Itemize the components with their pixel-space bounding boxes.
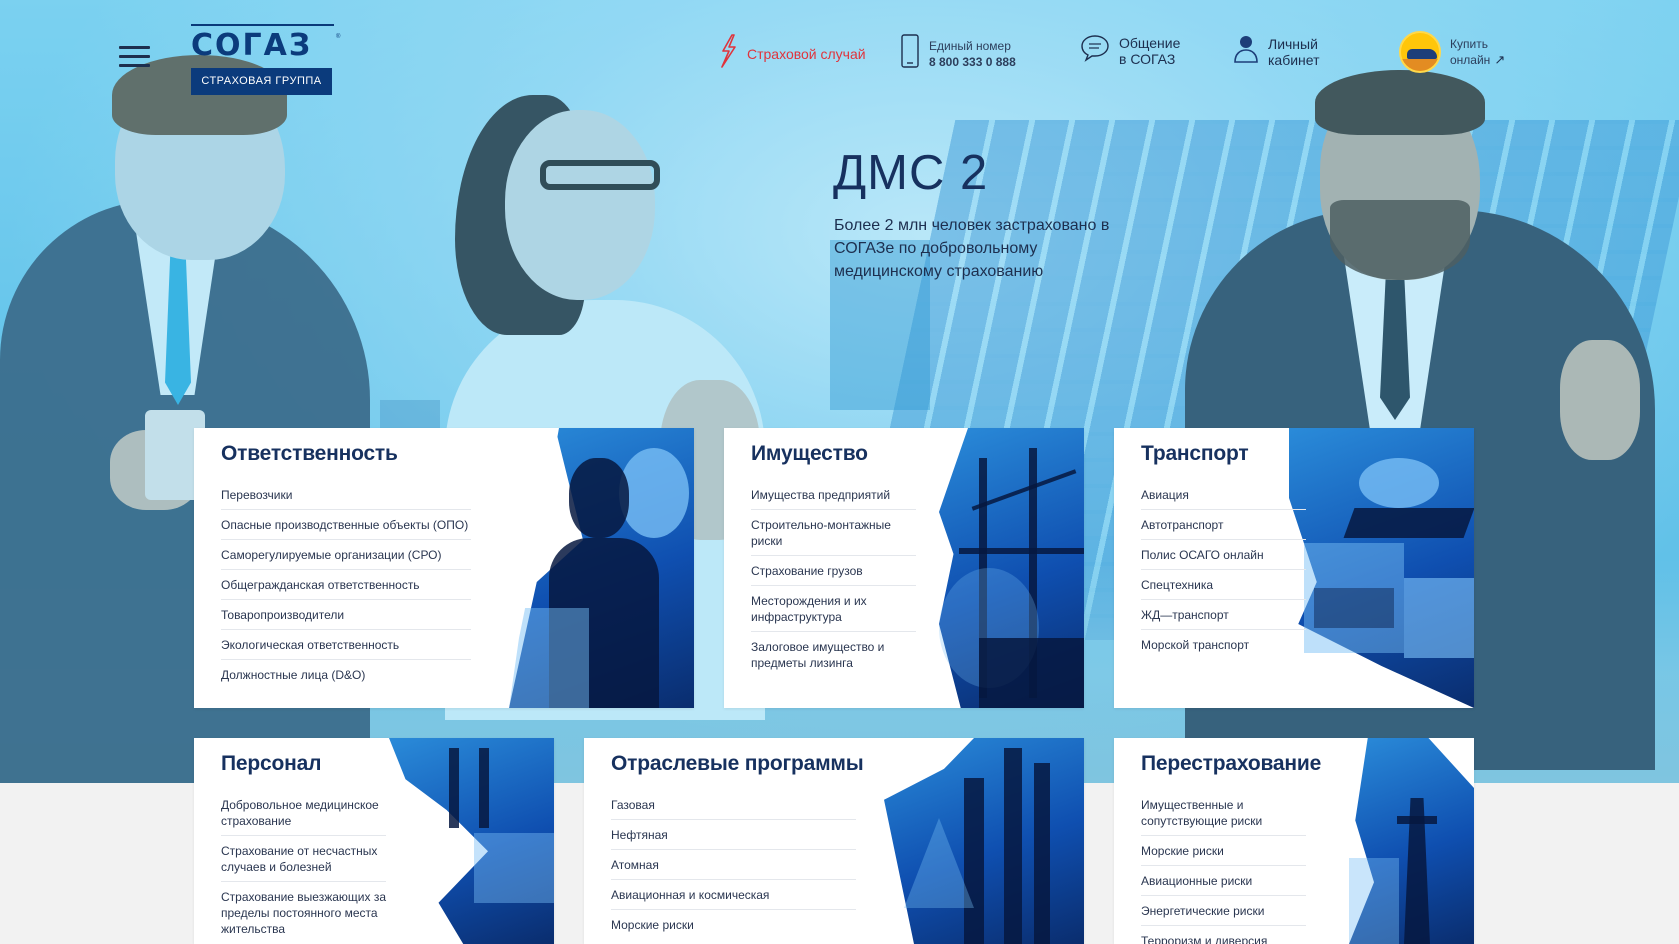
card-link[interactable]: Перевозчики — [221, 480, 471, 510]
card-link[interactable]: Страхование грузов — [751, 556, 916, 586]
card-link[interactable]: Морской транспорт — [1141, 630, 1306, 659]
category-card-property[interactable]: Имущество Имущества предприятий Строител… — [724, 428, 1084, 708]
phone-icon — [900, 34, 920, 73]
card-illustration — [509, 428, 694, 708]
buy-online-text: Купить онлайн — [1450, 36, 1490, 68]
badge-road — [1401, 59, 1439, 71]
card-link-list: Перевозчики Опасные производственные объ… — [221, 480, 471, 689]
card-link[interactable]: Имущества предприятий — [751, 480, 916, 510]
card-link-list: Авиация Автотранспорт Полис ОСАГО онлайн… — [1141, 480, 1306, 659]
card-title[interactable]: Отраслевые программы — [611, 752, 864, 776]
phone-text: Единый номер 8 800 333 0 888 — [929, 38, 1016, 70]
category-card-reinsurance[interactable]: Перестрахование Имущественные и сопутств… — [1114, 738, 1474, 944]
chat-link[interactable]: Общение в СОГАЗ — [1080, 34, 1180, 67]
buy-label-line2: онлайн — [1450, 53, 1491, 67]
card-link[interactable]: Имущественные и сопутствующие риски — [1141, 790, 1306, 836]
card-title[interactable]: Ответственность — [221, 442, 398, 466]
card-link[interactable]: Должностные лица (D&O) — [221, 660, 471, 689]
card-illustration — [1289, 428, 1474, 708]
card-title[interactable]: Персонал — [221, 752, 321, 776]
category-card-industry-programs[interactable]: Отраслевые программы Газовая Нефтяная Ат… — [584, 738, 1084, 944]
card-link[interactable]: Терроризм и диверсия — [1141, 926, 1306, 944]
buy-online-link[interactable]: Купить онлайн ↗ — [1399, 31, 1505, 73]
phone-block[interactable]: Единый номер 8 800 333 0 888 — [900, 34, 1016, 73]
logo-subtitle: СТРАХОВАЯ ГРУППА — [191, 68, 332, 95]
card-link[interactable]: Спецтехника — [1141, 570, 1306, 600]
category-card-liability[interactable]: Ответственность Перевозчики Опасные прои… — [194, 428, 694, 708]
logo-rule — [191, 24, 334, 26]
card-link[interactable]: Газовая — [611, 790, 856, 820]
card-link-list: Газовая Нефтяная Атомная Авиационная и к… — [611, 790, 856, 939]
card-illustration — [389, 738, 554, 944]
cabinet-label-line2: кабинет — [1268, 51, 1320, 68]
card-link[interactable]: Строительно-монтажные риски — [751, 510, 916, 556]
card-illustration — [884, 738, 1084, 944]
phone-number[interactable]: 8 800 333 0 888 — [929, 55, 1016, 69]
user-icon — [1233, 34, 1259, 69]
chat-bubble-icon — [1080, 34, 1110, 67]
lightning-icon — [718, 34, 738, 73]
hero-title: ДМС 2 — [833, 146, 989, 200]
logo-wordmark: СОГАЗ — [191, 28, 313, 63]
external-arrow-icon: ↗ — [1494, 52, 1506, 67]
card-title[interactable]: Транспорт — [1141, 442, 1249, 466]
card-link[interactable]: Нефтяная — [611, 820, 856, 850]
cabinet-label-line1: Личный — [1268, 35, 1318, 52]
logo-registered-mark: ® — [336, 34, 341, 40]
card-link[interactable]: Страхование выезжающих за пределы постоя… — [221, 882, 386, 943]
card-link-list: Имущества предприятий Строительно-монтаж… — [751, 480, 916, 677]
site-header: СОГАЗ ® СТРАХОВАЯ ГРУППА Страховой случа… — [0, 0, 1679, 110]
badge-car — [1407, 49, 1437, 59]
chat-label-line1: Общение — [1119, 34, 1181, 51]
insurance-case-label: Страховой случай — [747, 45, 866, 62]
chat-label-line2: в СОГАЗ — [1119, 50, 1176, 67]
card-link[interactable]: Общегражданская ответственность — [221, 570, 471, 600]
card-link[interactable]: ЖД—транспорт — [1141, 600, 1306, 630]
card-title[interactable]: Перестрахование — [1141, 752, 1321, 776]
card-link[interactable]: Атомная — [611, 850, 856, 880]
card-link-list: Добровольное медицинское страхование Стр… — [221, 790, 386, 943]
card-link[interactable]: Экологическая ответственность — [221, 630, 471, 660]
card-link[interactable]: Авиационная и космическая — [611, 880, 856, 910]
category-card-transport[interactable]: Транспорт Авиация Автотранспорт Полис ОС… — [1114, 428, 1474, 708]
card-link[interactable]: Авиация — [1141, 480, 1306, 510]
card-illustration — [939, 428, 1084, 708]
card-link[interactable]: Полис ОСАГО онлайн — [1141, 540, 1306, 570]
card-link[interactable]: Автотранспорт — [1141, 510, 1306, 540]
card-link[interactable]: Энергетические риски — [1141, 896, 1306, 926]
buy-label-line1: Купить — [1450, 37, 1488, 51]
chat-text: Общение в СОГАЗ — [1119, 35, 1180, 67]
category-card-personnel[interactable]: Персонал Добровольное медицинское страхо… — [194, 738, 554, 944]
card-title[interactable]: Имущество — [751, 442, 868, 466]
logo[interactable]: СОГАЗ ® СТРАХОВАЯ ГРУППА — [191, 24, 340, 96]
hamburger-icon[interactable] — [119, 46, 150, 68]
card-link[interactable]: Страхование от несчастных случаев и боле… — [221, 836, 386, 882]
card-link[interactable]: Морские риски — [1141, 836, 1306, 866]
insurance-case-link[interactable]: Страховой случай — [718, 34, 866, 73]
card-link[interactable]: Авиационные риски — [1141, 866, 1306, 896]
card-link[interactable]: Морские риски — [611, 910, 856, 939]
personal-cabinet-link[interactable]: Личный кабинет — [1233, 34, 1320, 69]
card-link[interactable]: Добровольное медицинское страхование — [221, 790, 386, 836]
hero-subtitle: Более 2 млн человек застраховано в СОГАЗ… — [834, 217, 1110, 280]
phone-label: Единый номер — [929, 38, 1011, 53]
card-link[interactable]: Саморегулируемые организации (СРО) — [221, 540, 471, 570]
card-link[interactable]: Товаропроизводители — [221, 600, 471, 630]
cabinet-text: Личный кабинет — [1268, 36, 1320, 68]
card-link-list: Имущественные и сопутствующие риски Морс… — [1141, 790, 1306, 944]
card-link[interactable]: Месторождения и их инфраструктура — [751, 586, 916, 632]
car-badge-icon — [1399, 31, 1441, 73]
card-illustration — [1349, 738, 1474, 944]
card-link[interactable]: Залоговое имущество и предметы лизинга — [751, 632, 916, 677]
card-link[interactable]: Опасные производственные объекты (ОПО) — [221, 510, 471, 540]
